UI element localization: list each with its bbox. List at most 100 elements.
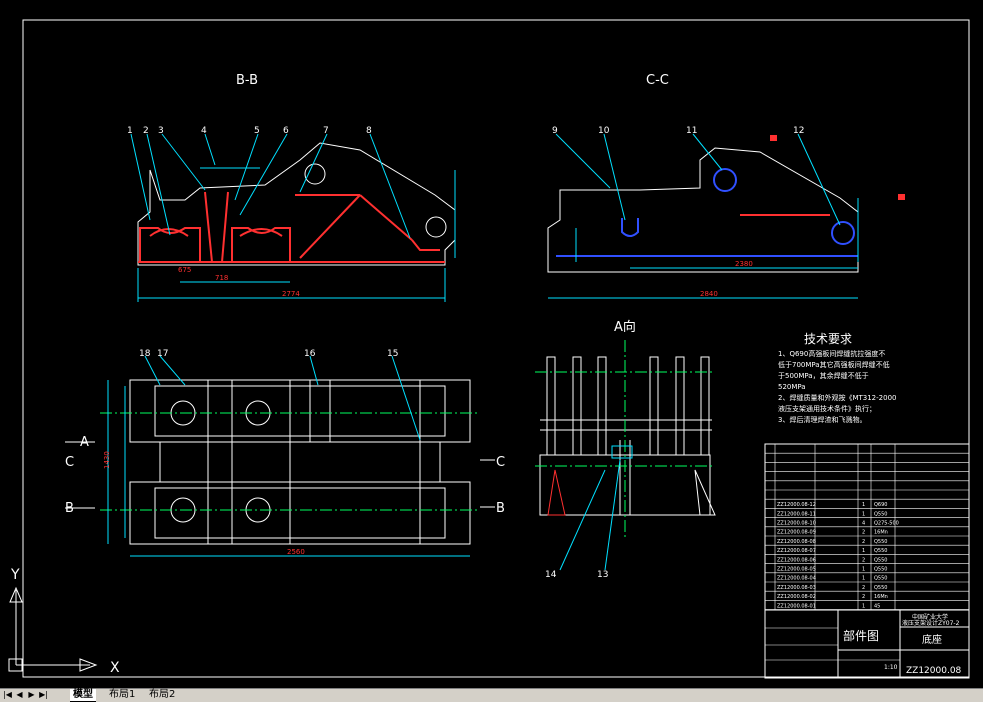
- tb-scale: 1:10: [884, 664, 898, 671]
- bom-cell: Q550: [874, 548, 887, 554]
- tech-line: 于500MPa，其余焊缝不低于: [778, 371, 869, 380]
- tb-drawing-no: ZZ12000.08: [906, 666, 962, 676]
- next-tab-icon[interactable]: ▶: [26, 690, 37, 700]
- balloon: 15: [387, 349, 398, 359]
- bom-cell: 4: [862, 521, 865, 527]
- bom-cell: ZZ12000.08-04: [777, 576, 816, 582]
- drawing-canvas[interactable]: B-B 2774 718 675 1 2 3 4 5 6 7 8 C-C 284…: [0, 0, 983, 688]
- balloon: 9: [552, 126, 558, 136]
- bom-cell: Q550: [874, 567, 887, 573]
- dim-plan-total: 2560: [287, 548, 305, 556]
- bom-cell: 1: [862, 567, 865, 573]
- balloon: 17: [157, 349, 168, 359]
- bom-cell: ZZ12000.08-10: [777, 521, 816, 527]
- drawing-svg: B-B 2774 718 675 1 2 3 4 5 6 7 8 C-C 284…: [8, 19, 970, 679]
- tech-line: 520MPa: [778, 383, 806, 391]
- dim-bb-total: 2774: [282, 290, 300, 298]
- dim-cc-total: 2840: [700, 290, 718, 298]
- bom-cell: 1: [862, 548, 865, 554]
- balloon: 14: [545, 570, 557, 580]
- bom-cell: ZZ12000.08-05: [777, 567, 816, 573]
- balloon: 1: [127, 126, 133, 136]
- balloon: 13: [597, 570, 608, 580]
- section-marker-a: A: [80, 435, 89, 450]
- balloon: 16: [304, 349, 316, 359]
- balloons-cc: 9 10 11 12: [552, 126, 804, 136]
- bom-cell: Q550: [874, 576, 887, 582]
- bom-cell: 1: [862, 502, 865, 508]
- section-marker-b-right: B: [496, 501, 505, 516]
- view-title-a: A向: [614, 319, 636, 335]
- balloon: 11: [686, 126, 697, 136]
- dim-bb-side: 675: [178, 266, 191, 274]
- dim-bb-mid: 718: [215, 274, 228, 282]
- bom-cell: Q550: [874, 585, 887, 591]
- section-marker-c-right: C: [496, 455, 505, 470]
- bom-cell: 2: [862, 585, 865, 591]
- tab-layout1[interactable]: 布局1: [106, 689, 138, 701]
- balloon: 5: [254, 126, 260, 136]
- ucs-x-label: X: [110, 660, 120, 676]
- plan-view: 2560 1430: [65, 355, 495, 557]
- bom-cell: Q550: [874, 511, 887, 517]
- section-cc: 2840 2380: [547, 133, 905, 299]
- tb-drawing-type: 部件图: [843, 628, 879, 643]
- tech-line: 液压支架通用技术条件》执行；: [778, 404, 876, 413]
- dim-cc-inner: 2380: [735, 260, 753, 268]
- bom-cell: ZZ12000.08-08: [777, 539, 816, 545]
- view-title-bb: B-B: [236, 73, 258, 88]
- balloon: 4: [201, 126, 207, 136]
- bom-cell: 16Mn: [874, 594, 888, 600]
- tech-line: 2、焊缝质量和外观按《MT312-2000: [778, 393, 896, 402]
- tech-line: 1、Q690高强板间焊缝抗拉强度不: [778, 349, 885, 358]
- bom-cell: Q690: [874, 502, 887, 508]
- bom-cell: ZZ12000.08-11: [777, 511, 816, 517]
- bom-cell: 1: [862, 511, 865, 517]
- bom-table: ZZ12000.08-12 1 Q690 ZZ12000.08-11 1 Q550 ZZ12…: [764, 443, 970, 611]
- bom-cell: 2: [862, 594, 865, 600]
- ucs-icon: [8, 586, 98, 672]
- layout-tab-bar: |◀ ◀ ▶ ▶| 模型 布局1 布局2: [0, 688, 983, 702]
- section-bb: 2774 718 675: [130, 133, 456, 302]
- bom-cell: ZZ12000.08-06: [777, 557, 816, 563]
- balloons-plan: 18 17 16 15: [139, 349, 398, 359]
- dim-plan-height: 1430: [103, 451, 111, 469]
- bom-cell: 45: [874, 603, 880, 609]
- bom-cell: ZZ12000.08-02: [777, 594, 816, 600]
- bom-cell: 2: [862, 539, 865, 545]
- balloon: 12: [793, 126, 804, 136]
- balloon: 6: [283, 126, 289, 136]
- balloon: 8: [366, 126, 372, 136]
- bom-cell: 2: [862, 557, 865, 563]
- tab-layout2[interactable]: 布局2: [146, 689, 178, 701]
- bom-cell: 16Mn: [874, 530, 888, 536]
- tech-line: 3、焊后清理焊渣和飞溅物。: [778, 415, 866, 424]
- first-tab-icon[interactable]: |◀: [2, 690, 13, 700]
- bom-cell: ZZ12000.08-07: [777, 548, 816, 554]
- view-a: [535, 340, 716, 571]
- balloon: 3: [158, 126, 164, 136]
- balloon: 2: [143, 126, 149, 136]
- balloons-bb: 1 2 3 4 5 6 7 8: [127, 126, 372, 136]
- bom-cell: ZZ12000.08-12: [777, 502, 816, 508]
- bom-cell: 2: [862, 530, 865, 536]
- bom-cell: ZZ12000.08-01: [777, 603, 816, 609]
- tech-title: 技术要求: [804, 332, 852, 346]
- bom-cell: Q550: [874, 557, 887, 563]
- prev-tab-icon[interactable]: ◀: [14, 690, 25, 700]
- balloon: 7: [323, 126, 329, 136]
- bom-cell: Q550: [874, 539, 887, 545]
- section-marker-b-left: B: [65, 501, 74, 516]
- section-marker-c-left: C: [65, 455, 74, 470]
- balloon: 10: [598, 126, 610, 136]
- last-tab-icon[interactable]: ▶|: [38, 690, 49, 700]
- bom-cell: Q275-500: [874, 521, 899, 527]
- bom-cell: 1: [862, 576, 865, 582]
- balloon: 18: [139, 349, 151, 359]
- ucs-y-label: Y: [10, 567, 20, 583]
- tech-line: 低于700MPa其它高强板间焊缝不低: [778, 360, 890, 369]
- title-block: 中国矿业大学 液压支架设计ZY07-2 部件图 底座 1:10 ZZ12000.…: [764, 609, 970, 679]
- tab-model[interactable]: 模型: [70, 689, 96, 702]
- bom-cell: ZZ12000.08-03: [777, 585, 816, 591]
- tb-project: 液压支架设计ZY07-2: [902, 619, 960, 627]
